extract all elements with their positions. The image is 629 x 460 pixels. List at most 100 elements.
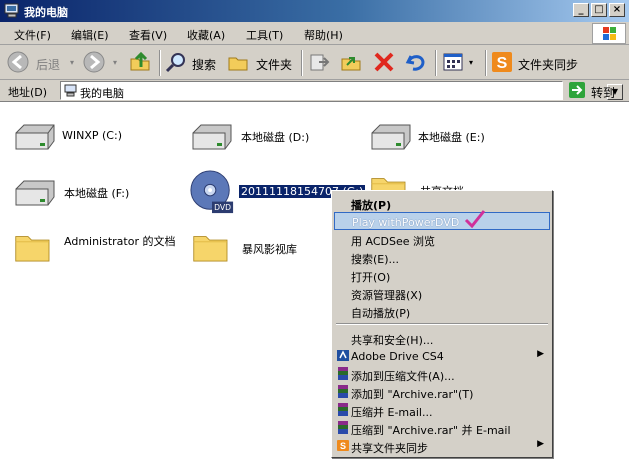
ctx-autoplay-label: 自动播放(P) bbox=[351, 307, 411, 320]
ctx-sharing[interactable]: 共享和安全(H)... bbox=[334, 329, 550, 347]
menu-file[interactable]: 文件(F) bbox=[14, 27, 51, 43]
close-button[interactable]: × bbox=[609, 3, 625, 17]
delete-button[interactable] bbox=[372, 50, 398, 76]
ctx-compress-rar-email[interactable]: 压缩到 "Archive.rar" 并 E-mail bbox=[334, 419, 550, 437]
ctx-acdsee[interactable]: 用 ACDSee 浏览 bbox=[334, 230, 550, 248]
drive-e-label: 本地磁盘 (E:) bbox=[418, 131, 485, 144]
svg-text:S: S bbox=[340, 441, 346, 451]
back-dropdown-icon[interactable]: ▾ bbox=[70, 58, 74, 67]
toolbar: 后退 ▾ ▾ 搜索 文件夹 ▾ S 文件夹同步 bbox=[0, 45, 629, 80]
ctx-sharing-label: 共享和安全(H)... bbox=[351, 334, 434, 347]
forward-button[interactable] bbox=[82, 50, 110, 76]
winrar-icon bbox=[338, 367, 348, 380]
menu-edit[interactable]: 编辑(E) bbox=[71, 27, 109, 43]
ctx-separator bbox=[336, 323, 548, 325]
move-to-icon bbox=[310, 54, 330, 71]
windows-logo-icon bbox=[592, 23, 626, 44]
ctx-add-archive-label: 添加到压缩文件(A)... bbox=[351, 370, 455, 383]
ctx-play-label: 播放(P) bbox=[351, 199, 392, 212]
baofeng-library-label: 暴风影视库 bbox=[242, 243, 297, 256]
undo-icon bbox=[405, 55, 425, 71]
maximize-button[interactable]: □ bbox=[591, 3, 607, 17]
drive-c-label: WINXP (C:) bbox=[62, 129, 122, 142]
search-icon bbox=[165, 53, 185, 73]
ctx-play-powerdvd-label: Play withPowerDVD bbox=[352, 216, 460, 229]
views-grid-icon bbox=[443, 53, 463, 71]
folder-icon bbox=[193, 236, 228, 262]
address-label: 地址(D) bbox=[8, 86, 48, 99]
undo-button[interactable] bbox=[404, 50, 430, 76]
ctx-explorer-label: 资源管理器(X) bbox=[351, 289, 423, 302]
drive-c[interactable]: WINXP (C:) bbox=[10, 119, 180, 169]
address-value: 我的电脑 bbox=[80, 87, 124, 100]
svg-text:DVD: DVD bbox=[214, 203, 231, 212]
drive-f-label: 本地磁盘 (F:) bbox=[64, 187, 130, 200]
winrar-icon bbox=[338, 421, 348, 434]
winrar-icon bbox=[338, 403, 348, 416]
ctx-add-archive-rar[interactable]: 添加到 "Archive.rar"(T) bbox=[334, 383, 550, 401]
forward-dropdown-icon[interactable]: ▾ bbox=[113, 58, 117, 67]
copy-to-button[interactable] bbox=[339, 50, 365, 76]
menu-favorites[interactable]: 收藏(A) bbox=[187, 27, 225, 43]
search-label: 搜索 bbox=[192, 58, 217, 72]
folder-sync-label: 文件夹同步 bbox=[518, 58, 579, 72]
address-input[interactable]: 我的电脑 ▼ bbox=[60, 81, 623, 100]
drive-d-label: 本地磁盘 (D:) bbox=[241, 131, 310, 144]
dvd-icon: DVD bbox=[190, 170, 234, 214]
hdd-icon bbox=[15, 124, 55, 150]
folders-icon bbox=[228, 57, 248, 71]
ctx-search[interactable]: 搜索(E)... bbox=[334, 248, 550, 266]
ctx-play[interactable]: 播放(P) bbox=[334, 194, 550, 212]
ctx-add-archive[interactable]: 添加到压缩文件(A)... bbox=[334, 365, 550, 383]
ctx-folder-sync[interactable]: S 共享文件夹同步 ▶ bbox=[334, 437, 550, 455]
ctx-acdsee-label: 用 ACDSee 浏览 bbox=[351, 235, 435, 248]
minimize-button[interactable]: _ bbox=[573, 3, 589, 17]
folder-sync-icon: S bbox=[492, 52, 512, 72]
drive-f[interactable]: 本地磁盘 (F:) bbox=[10, 175, 180, 225]
folder-sync-icon: S bbox=[337, 440, 349, 451]
ctx-autoplay[interactable]: 自动播放(P) bbox=[334, 302, 550, 320]
menu-help[interactable]: 帮助(H) bbox=[304, 27, 343, 43]
menu-tools[interactable]: 工具(T) bbox=[246, 27, 283, 43]
drive-d[interactable]: 本地磁盘 (D:) bbox=[187, 119, 357, 169]
views-button[interactable]: ▾ bbox=[441, 50, 481, 76]
ctx-open-label: 打开(O) bbox=[351, 271, 391, 284]
hdd-icon bbox=[371, 124, 411, 150]
move-to-button[interactable] bbox=[307, 50, 333, 76]
up-folder-icon bbox=[130, 51, 150, 71]
ctx-search-label: 搜索(E)... bbox=[351, 253, 400, 266]
views-dropdown-icon: ▾ bbox=[469, 58, 474, 67]
checkmark-icon bbox=[464, 210, 486, 229]
folders-label: 文件夹 bbox=[256, 58, 293, 72]
ctx-compress-rar-email-label: 压缩到 "Archive.rar" 并 E-mail bbox=[351, 424, 511, 437]
admin-docs-folder[interactable]: Administrator 的文档 bbox=[14, 229, 184, 279]
ctx-play-powerdvd[interactable]: Play withPowerDVD bbox=[334, 210, 550, 230]
hdd-icon bbox=[15, 180, 55, 206]
folders-button[interactable]: 文件夹 bbox=[226, 50, 296, 76]
toolbar-separator bbox=[435, 50, 437, 76]
ctx-adobe-drive-label: Adobe Drive CS4 bbox=[351, 350, 444, 363]
search-button[interactable]: 搜索 bbox=[164, 50, 220, 76]
ctx-adobe-drive[interactable]: Adobe Drive CS4 ▶ bbox=[334, 347, 550, 365]
go-button[interactable]: 转到 bbox=[567, 82, 625, 100]
hdd-icon bbox=[192, 124, 232, 150]
folder-sync-button[interactable]: S 文件夹同步 bbox=[490, 50, 590, 76]
submenu-arrow-icon: ▶ bbox=[537, 439, 544, 449]
back-label: 后退 bbox=[36, 58, 61, 72]
ctx-explorer[interactable]: 资源管理器(X) bbox=[334, 284, 550, 302]
menu-bar: 文件(F) 编辑(E) 查看(V) 收藏(A) 工具(T) 帮助(H) bbox=[0, 22, 629, 45]
toolbar-separator bbox=[485, 50, 487, 76]
go-label: 转到 bbox=[591, 86, 616, 100]
ctx-open[interactable]: 打开(O) bbox=[334, 266, 550, 284]
my-computer-icon bbox=[64, 84, 77, 97]
up-folder-button[interactable] bbox=[128, 50, 154, 76]
winrar-icon bbox=[338, 385, 348, 398]
submenu-arrow-icon: ▶ bbox=[537, 349, 544, 359]
drive-e[interactable]: 本地磁盘 (E:) bbox=[366, 119, 536, 169]
ctx-compress-email[interactable]: 压缩并 E-mail... bbox=[334, 401, 550, 419]
my-computer-icon bbox=[4, 3, 19, 18]
back-button[interactable]: 后退 bbox=[6, 50, 68, 76]
menu-view[interactable]: 查看(V) bbox=[129, 27, 167, 43]
folder-icon bbox=[15, 236, 50, 262]
context-menu: 播放(P) Play withPowerDVD 用 ACDSee 浏览 搜索(E… bbox=[331, 190, 553, 458]
